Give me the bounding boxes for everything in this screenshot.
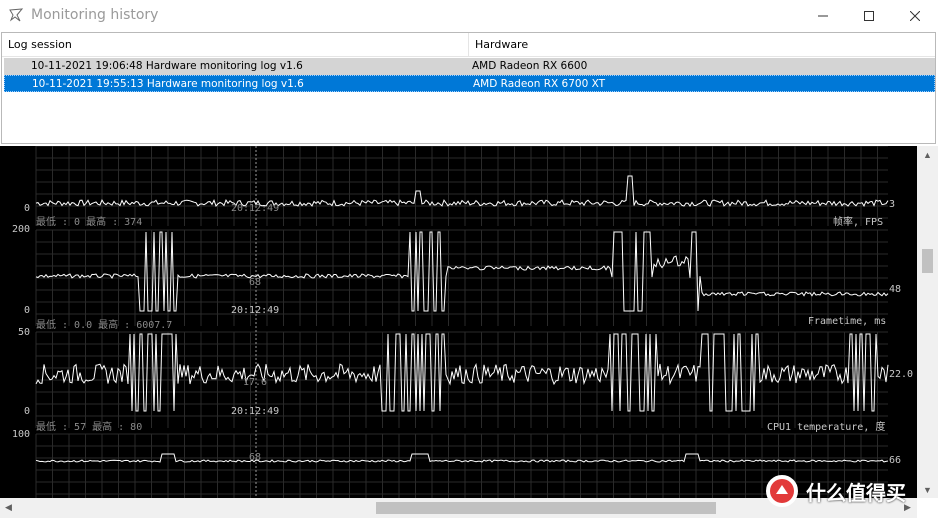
watermark-logo-icon: [770, 479, 794, 503]
maximize-button[interactable]: [846, 0, 892, 31]
frametime-axis-min: 0: [24, 305, 31, 316]
session-cell: 10-11-2021 19:55:13 Hardware monitoring …: [32, 78, 304, 90]
log-session-list[interactable]: Log session Hardware 10-11-2021 19:06:48…: [1, 32, 936, 144]
vertical-scroll-thumb[interactable]: [922, 249, 933, 273]
cpu-temp-current: 22.0: [889, 369, 914, 380]
scroll-left-icon[interactable]: ◀: [5, 502, 12, 513]
list-row-selected[interactable]: 10-11-2021 19:55:13 Hardware monitoring …: [4, 75, 935, 92]
minimize-icon: [818, 15, 828, 16]
site-watermark: 什么值得买: [766, 474, 906, 508]
frametime-cursor-value: 68: [249, 277, 262, 288]
list-header: Log session Hardware: [2, 33, 935, 57]
fps-name: 帧率, FPS: [833, 217, 884, 228]
next-current: 66: [889, 455, 902, 466]
frametime-stats: 最低 : 0.0 最高 : 6007.7: [36, 320, 173, 331]
fps-axis-min: 0: [24, 203, 31, 214]
watermark-text: 什么值得买: [806, 480, 906, 505]
horizontal-scroll-thumb[interactable]: [376, 502, 716, 514]
monitoring-graph-panel[interactable]: 0 20:12:49 最低 : 0 最高 : 374 帧率, FPS 3 200…: [0, 146, 917, 498]
cpu-temp-cursor-value: 17.6: [243, 377, 268, 388]
session-cell: 10-11-2021 19:06:48 Hardware monitoring …: [31, 60, 303, 72]
cpu-temp-axis-max: 50: [18, 327, 31, 338]
watermark-logo-icon: [766, 475, 798, 507]
column-header-log-session[interactable]: Log session: [2, 33, 469, 57]
minimize-button[interactable]: [800, 0, 846, 31]
fps-current: 3: [889, 199, 896, 210]
frametime-current: 48: [889, 284, 902, 295]
next-axis-max: 100: [12, 429, 31, 440]
scroll-up-icon[interactable]: ▲: [923, 150, 932, 160]
hardware-cell: AMD Radeon RX 6700 XT: [473, 78, 606, 90]
maximize-icon: [864, 10, 874, 21]
hardware-cell: AMD Radeon RX 6600: [472, 60, 588, 72]
afterburner-plane-icon: [9, 8, 24, 22]
window-title: Monitoring history: [31, 7, 159, 23]
cpu-temp-cursor-time: 20:12:49: [231, 406, 280, 417]
title-bar: Monitoring history: [0, 0, 938, 31]
scroll-down-icon[interactable]: ▼: [923, 485, 932, 495]
cpu-temp-stats: 最低 : 57 最高 : 80: [36, 422, 143, 433]
close-button[interactable]: [892, 0, 938, 31]
frametime-name: Frametime, ms: [808, 316, 887, 327]
column-header-hardware[interactable]: Hardware: [469, 33, 935, 57]
cpu-temp-name: CPU1 temperature, 度: [767, 422, 886, 433]
list-row[interactable]: 10-11-2021 19:06:48 Hardware monitoring …: [4, 58, 935, 75]
frametime-cursor-time: 20:12:49: [231, 305, 280, 316]
fps-cursor-time: 20:12:49: [231, 203, 280, 214]
frametime-trace: [35, 231, 889, 312]
next-cursor-value: 68: [249, 452, 262, 463]
fps-stats: 最低 : 0 最高 : 374: [36, 217, 143, 228]
cpu-temp-trace: [35, 333, 889, 412]
close-icon: [910, 10, 920, 21]
fps-trace: [35, 175, 889, 207]
cpu-temp-axis-min: 0: [24, 406, 31, 417]
vertical-scrollbar[interactable]: ▲ ▼: [917, 146, 938, 498]
frametime-axis-max: 200: [12, 224, 31, 235]
